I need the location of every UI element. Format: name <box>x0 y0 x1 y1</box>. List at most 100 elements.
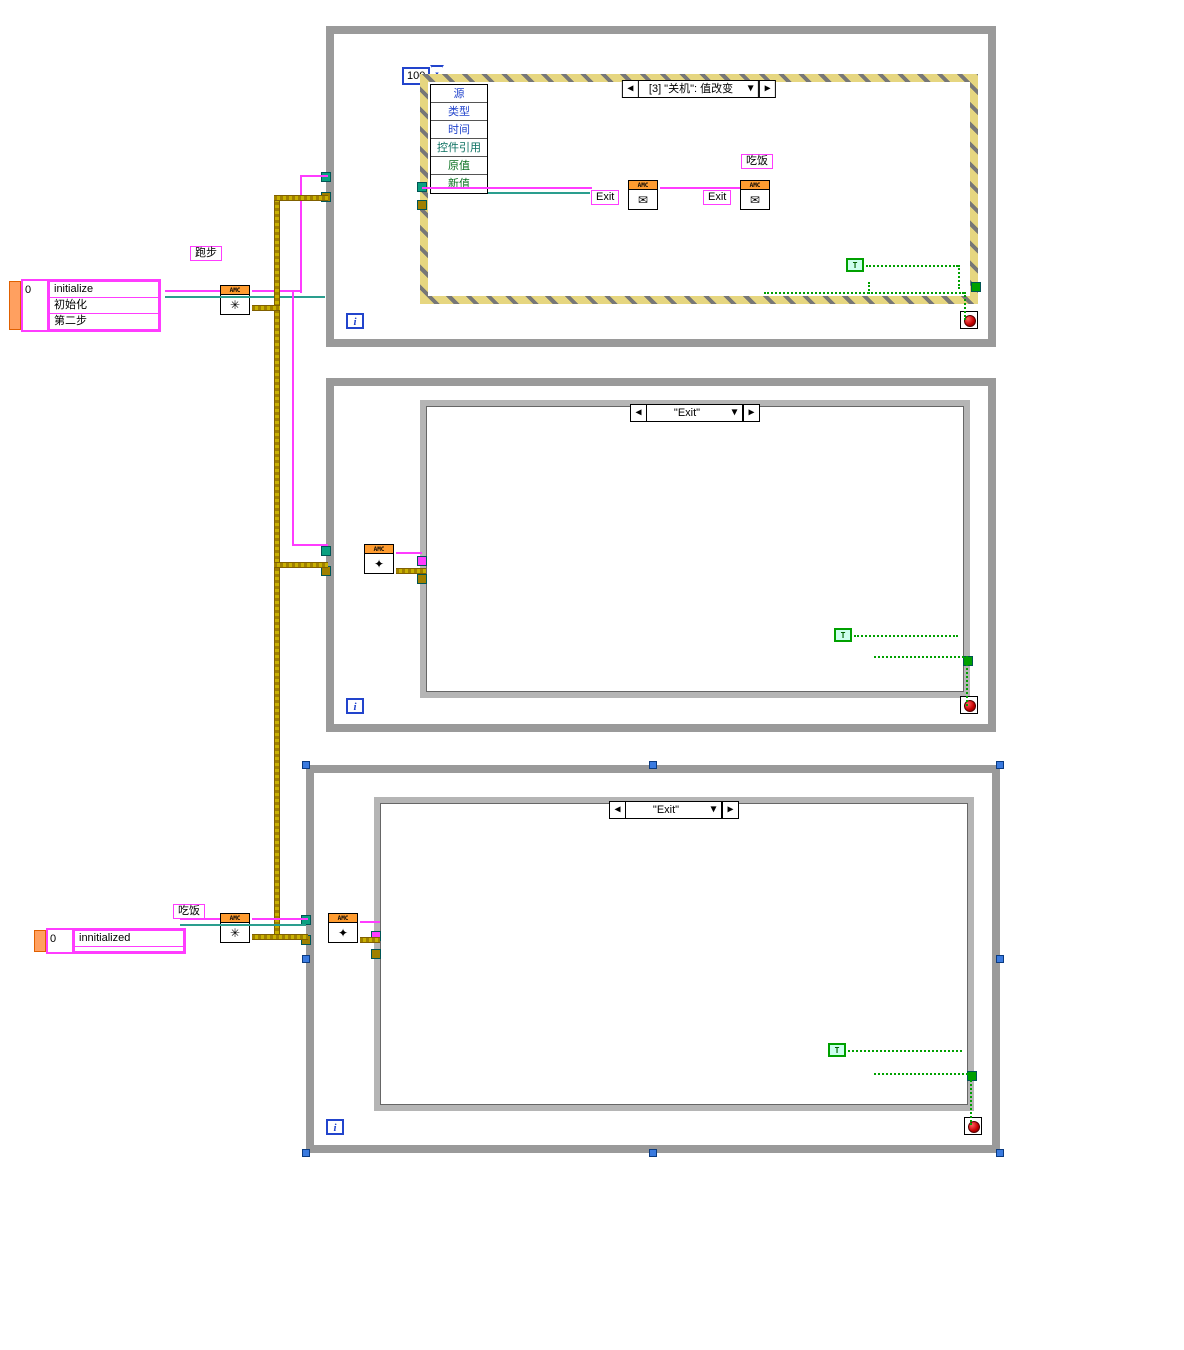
loop-iteration-terminal: i <box>326 1119 344 1135</box>
case-label: "Exit" <box>647 405 727 421</box>
wire-queue <box>360 921 380 923</box>
array-index-spinner-icon[interactable] <box>34 930 46 952</box>
array-item[interactable]: initialize <box>49 281 159 298</box>
wire-error <box>360 937 380 943</box>
while-loop-3[interactable]: ◀ "Exit" ▼ ▶ T AMC ✦ i <box>306 765 1000 1153</box>
loop-stop-terminal[interactable] <box>964 1117 982 1135</box>
event-structure[interactable]: ◀ [3] "关机": 值改变 ▼ ▶ 源 类型 时间 控件引用 原值 新值 E… <box>420 74 978 304</box>
label-chifan: 吃饭 <box>741 154 773 169</box>
tunnel <box>321 172 331 182</box>
event-case-selector[interactable]: ◀ [3] "关机": 值改变 ▼ ▶ <box>622 80 776 98</box>
while-loop-1[interactable]: 100 ◀ [3] "关机": 值改变 ▼ ▶ 源 类型 时间 控件引用 原值 … <box>326 26 996 347</box>
selection-handle <box>649 761 657 769</box>
wire-bool <box>970 1073 972 1125</box>
string-const-exit2[interactable]: Exit <box>703 190 731 205</box>
selection-handle <box>996 955 1004 963</box>
true-constant[interactable]: T <box>846 258 864 272</box>
tunnel <box>321 546 331 556</box>
selection-handle <box>302 1149 310 1157</box>
send-icon: ✉ <box>629 190 657 209</box>
selection-handle <box>996 1149 1004 1157</box>
wire-bool <box>764 292 964 294</box>
event-case-label: [3] "关机": 值改变 <box>639 81 743 97</box>
tunnel <box>417 200 427 210</box>
chevron-right-icon[interactable]: ▶ <box>759 81 775 97</box>
array-constant-top[interactable]: 0 initialize 初始化 第二步 <box>21 279 161 332</box>
case-structure-2[interactable]: ◀ "Exit" ▼ ▶ T <box>420 400 970 698</box>
selection-handle <box>996 761 1004 769</box>
case-selector-2[interactable]: ◀ "Exit" ▼ ▶ <box>630 404 760 422</box>
wire-queue <box>396 552 422 554</box>
wire-error <box>274 562 328 568</box>
array-item[interactable]: innitialized <box>74 930 184 947</box>
array-index-bottom[interactable]: 0 <box>48 930 74 952</box>
wire-queue <box>660 187 740 189</box>
wire-bool <box>848 1050 962 1052</box>
case-selector-3[interactable]: ◀ "Exit" ▼ ▶ <box>609 801 739 819</box>
wire-ref <box>488 192 590 194</box>
dropdown-icon[interactable]: ▼ <box>743 81 759 97</box>
wire-queue <box>300 175 302 293</box>
tunnel <box>971 282 981 292</box>
string-const-exit[interactable]: Exit <box>591 190 619 205</box>
selection-handle <box>302 955 310 963</box>
loop-iteration-terminal: i <box>346 313 364 329</box>
label-paobu: 跑步 <box>190 246 222 261</box>
selection-handle <box>649 1149 657 1157</box>
wire-bool <box>866 265 958 267</box>
wire-queue <box>180 918 220 920</box>
amc-node-send-2[interactable]: AMC ✉ <box>740 180 770 210</box>
chevron-right-icon[interactable]: ▶ <box>743 405 759 421</box>
selection-handle <box>302 761 310 769</box>
wire-bool <box>966 656 968 706</box>
wire-queue <box>300 175 328 177</box>
array-item[interactable]: 初始化 <box>49 298 159 314</box>
wire-queue <box>292 290 294 546</box>
tunnel <box>417 574 427 584</box>
amc-node-send-1[interactable]: AMC ✉ <box>628 180 658 210</box>
loop-stop-terminal[interactable] <box>960 311 978 329</box>
send-icon: ✉ <box>741 190 769 209</box>
array-item[interactable]: 第二步 <box>49 314 159 330</box>
dropdown-icon[interactable]: ▼ <box>706 802 722 818</box>
case-label: "Exit" <box>626 802 706 818</box>
wire-bool <box>958 265 960 289</box>
array-constant-bottom[interactable]: 0 innitialized <box>46 928 186 954</box>
wire-queue <box>292 544 328 546</box>
tunnel <box>417 556 427 566</box>
wire-ref <box>180 924 306 926</box>
amc-node-read-3[interactable]: AMC ✦ <box>328 913 358 943</box>
array-index-top[interactable]: 0 <box>23 281 49 330</box>
wire-bool <box>868 282 870 294</box>
loop-iteration-terminal: i <box>346 698 364 714</box>
wire-bool <box>854 635 958 637</box>
chevron-left-icon[interactable]: ◀ <box>623 81 639 97</box>
wire-queue <box>422 187 592 189</box>
true-constant[interactable]: T <box>834 628 852 642</box>
dropdown-icon[interactable]: ▼ <box>727 405 743 421</box>
loop-stop-terminal[interactable] <box>960 696 978 714</box>
wire-ref <box>165 296 325 298</box>
tunnel <box>371 949 381 959</box>
wire-queue <box>165 290 220 292</box>
chevron-right-icon[interactable]: ▶ <box>722 802 738 818</box>
chevron-left-icon[interactable]: ◀ <box>610 802 626 818</box>
wire-error <box>396 568 426 574</box>
wire-bool <box>874 1073 972 1075</box>
wire-error <box>252 934 308 940</box>
array-item[interactable] <box>74 947 184 952</box>
label-chifan2: 吃饭 <box>173 904 205 919</box>
amc-node-create-top[interactable]: AMC ✳ <box>220 285 250 315</box>
wire-bool <box>874 656 968 658</box>
wire-error <box>252 305 280 311</box>
array-index-spinner-icon[interactable] <box>9 281 21 330</box>
chevron-left-icon[interactable]: ◀ <box>631 405 647 421</box>
wire-queue <box>252 918 308 920</box>
while-loop-2[interactable]: ◀ "Exit" ▼ ▶ T AMC ✦ i <box>326 378 996 732</box>
case-structure-3[interactable]: ◀ "Exit" ▼ ▶ T <box>374 797 974 1111</box>
wire-error <box>274 195 328 201</box>
true-constant[interactable]: T <box>828 1043 846 1057</box>
amc-node-read-2[interactable]: AMC ✦ <box>364 544 394 574</box>
amc-node-create-bottom[interactable]: AMC ✳ <box>220 913 250 943</box>
event-data-node[interactable]: 源 类型 时间 控件引用 原值 新值 <box>430 84 488 194</box>
